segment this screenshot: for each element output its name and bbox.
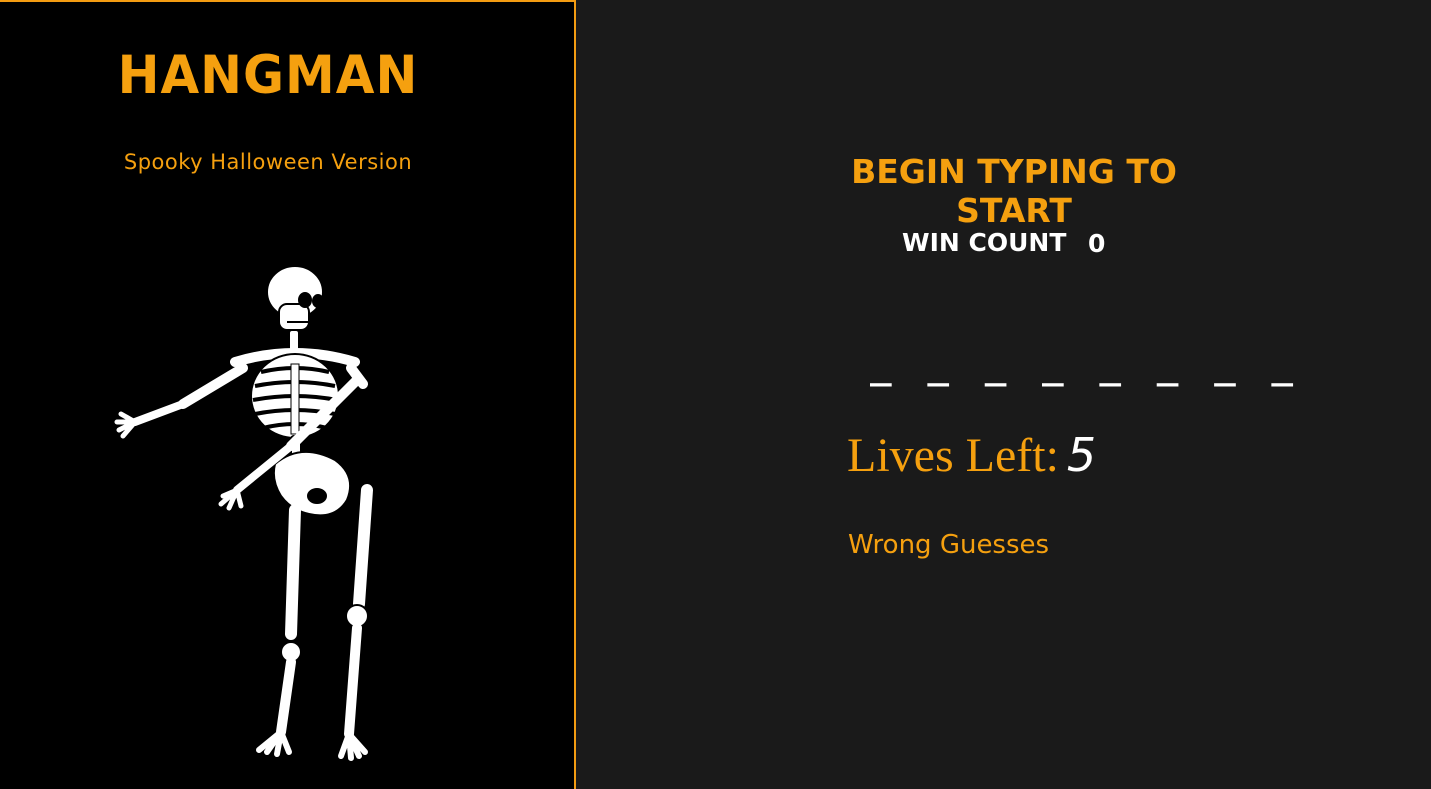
win-count-label: WIN COUNT <box>902 228 1067 257</box>
game-title: HANGMAN <box>117 44 419 106</box>
start-prompt: BEGIN TYPING TO START <box>851 152 1177 230</box>
game-panel: BEGIN TYPING TO START WIN COUNT 0 _ _ _ … <box>576 0 1431 789</box>
lives-left: Lives Left: 5 <box>847 428 1096 483</box>
game-subtitle: Spooky Halloween Version <box>123 150 413 174</box>
hangman-page: HANGMAN Spooky Halloween Version BEGIN T… <box>0 0 1431 789</box>
dancing-skeleton-image <box>114 265 373 761</box>
word-blanks: _ _ _ _ _ _ _ _ <box>870 346 1301 387</box>
win-count-value: 0 <box>1088 229 1106 258</box>
lives-left-value: 5 <box>1066 428 1097 482</box>
lives-left-label: Lives Left: <box>847 429 1059 482</box>
wrong-guesses-label: Wrong Guesses <box>848 530 1050 560</box>
sidebar-panel: HANGMAN Spooky Halloween Version <box>0 0 576 789</box>
